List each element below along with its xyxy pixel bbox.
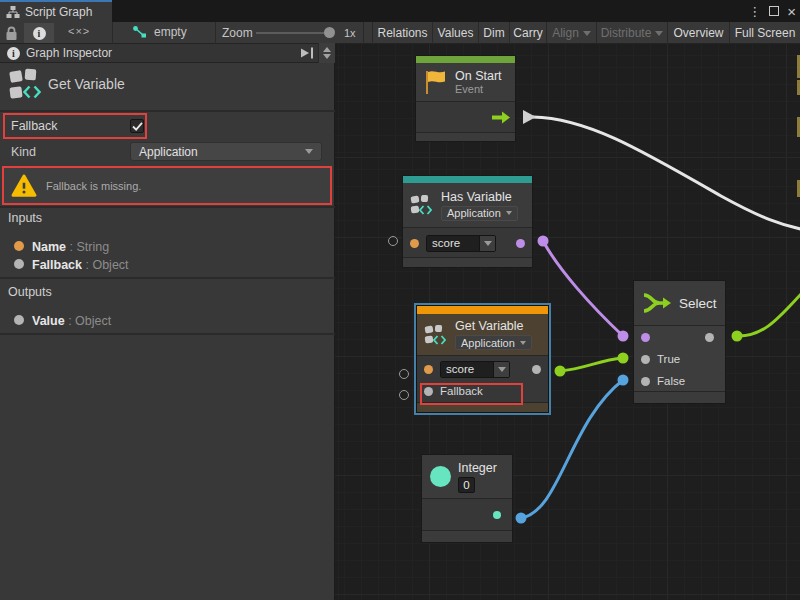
toolbar: i <×> empty Zoom 1x Relations Values Dim… <box>0 22 800 44</box>
input-row-fallback: Fallback : Object <box>14 255 129 273</box>
tab-script-graph[interactable]: Script Graph <box>0 0 112 22</box>
panel-scroll-arrows[interactable] <box>318 43 335 63</box>
zoom-slider-track[interactable] <box>256 32 334 34</box>
wire-end-dot[interactable] <box>538 236 549 247</box>
fallback-highlight-rect <box>3 113 147 139</box>
fullscreen-button[interactable]: Full Screen <box>729 22 800 44</box>
unconnected-port-indicator[interactable] <box>388 236 398 246</box>
zoom-slider-knob[interactable] <box>324 27 335 38</box>
wire-getvar-select[interactable] <box>560 358 623 371</box>
inputs-title: Inputs <box>8 211 42 225</box>
wire-end-dot[interactable] <box>618 375 629 386</box>
wire-end-dot[interactable] <box>732 331 743 342</box>
port-dot-gray <box>14 259 24 269</box>
align-button[interactable]: Align <box>546 22 596 44</box>
wire-end-dot[interactable] <box>618 331 629 342</box>
unit-icon <box>10 68 44 104</box>
unconnected-port-indicator[interactable] <box>399 369 409 379</box>
warning-text: Fallback is missing. <box>46 180 141 192</box>
port-dot-orange <box>14 241 24 251</box>
kind-label: Kind <box>11 145 36 159</box>
code-chevrons-icon <box>23 85 41 99</box>
port-dot-gray <box>14 315 24 325</box>
info-icon: i <box>7 47 20 60</box>
input-row-name: Name : String <box>14 237 109 255</box>
distribute-button[interactable]: Distribute <box>596 22 667 44</box>
relations-button[interactable]: Relations <box>372 22 432 44</box>
kind-value: Application <box>139 145 305 159</box>
graph-reference[interactable]: empty <box>132 25 187 39</box>
dim-button[interactable]: Dim <box>478 22 509 44</box>
wire-start-arrow[interactable] <box>523 110 536 124</box>
code-view-icon[interactable]: <×> <box>68 25 90 37</box>
warning-box: Fallback is missing. <box>2 166 332 205</box>
unconnected-port-indicator[interactable] <box>399 390 409 400</box>
graph-inspector-title: Graph Inspector <box>26 46 112 60</box>
kind-dropdown[interactable]: Application <box>130 142 322 161</box>
outputs-title: Outputs <box>8 285 52 299</box>
inspect-toggle-button[interactable]: i <box>24 23 54 43</box>
info-icon: i <box>33 27 46 40</box>
output-row-value: Value : Object <box>14 311 111 329</box>
chevron-down-icon <box>305 149 313 154</box>
scroll-down-icon[interactable] <box>323 54 331 59</box>
fallback-port-highlight-rect <box>420 383 523 405</box>
title-bar: Script Graph ⋮ × <box>0 0 800 22</box>
graph-ref-label: empty <box>154 25 187 39</box>
graph-canvas[interactable]: On Start Event Has Variable <box>335 44 800 600</box>
zoom-value: 1x <box>344 27 356 39</box>
graph-inspector-header: i Graph Inspector <box>0 44 335 63</box>
values-button[interactable]: Values <box>432 22 478 44</box>
overview-button[interactable]: Overview <box>667 22 729 44</box>
unit-title: Get Variable <box>48 76 125 92</box>
maximize-icon[interactable] <box>769 6 779 16</box>
chevron-down-icon <box>655 31 663 36</box>
graph-inspector-panel: Get Variable Fallback Kind Application F… <box>0 63 335 600</box>
close-icon[interactable]: × <box>787 4 796 19</box>
warning-icon <box>11 174 37 198</box>
wire-hasvar-select[interactable] <box>543 241 623 336</box>
scroll-up-icon[interactable] <box>323 47 331 52</box>
wire-end-dot[interactable] <box>516 513 527 524</box>
zoom-label: Zoom <box>222 26 253 40</box>
tab-title: Script Graph <box>25 5 92 19</box>
wire-onstart[interactable] <box>533 117 800 230</box>
window-controls: ⋮ × <box>748 0 796 22</box>
window-menu-icon[interactable]: ⋮ <box>748 5 761 18</box>
script-graph-icon <box>6 5 20 19</box>
wires-layer <box>335 44 800 600</box>
wire-select-out[interactable] <box>737 292 800 336</box>
carry-button[interactable]: Carry <box>509 22 546 44</box>
chevron-down-icon <box>583 31 591 36</box>
wire-end-dot[interactable] <box>555 366 566 377</box>
popout-icon[interactable] <box>300 47 315 59</box>
lock-icon[interactable] <box>5 26 18 41</box>
wire-end-dot[interactable] <box>618 353 629 364</box>
wire-integer-select[interactable] <box>521 380 623 518</box>
graph-link-icon <box>132 25 148 39</box>
